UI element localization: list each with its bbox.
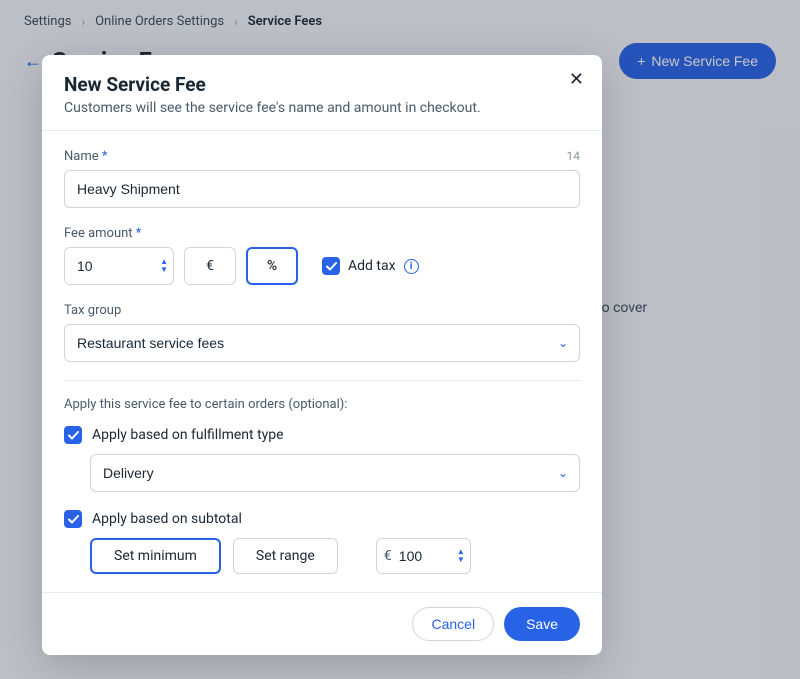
apply-subtotal-row: Apply based on subtotal — [64, 510, 580, 528]
add-tax-checkbox[interactable] — [322, 257, 340, 275]
modal-title: New Service Fee — [64, 73, 580, 96]
fulfillment-select-field: ⌄ — [90, 454, 580, 492]
set-range-button[interactable]: Set range — [233, 538, 338, 574]
new-service-fee-modal: New Service Fee Customers will see the s… — [42, 55, 602, 655]
name-input[interactable] — [64, 170, 580, 208]
modal-subtitle: Customers will see the service fee's nam… — [64, 100, 580, 116]
apply-fulfillment-label: Apply based on fulfillment type — [92, 427, 284, 443]
tax-group-field: Tax group ⌄ — [64, 303, 580, 362]
add-tax-label: Add tax — [348, 258, 396, 274]
apply-fulfillment-checkbox[interactable] — [64, 426, 82, 444]
percent-toggle[interactable]: % — [246, 247, 298, 285]
modal-footer: Cancel Save — [42, 592, 602, 655]
tax-group-select[interactable] — [64, 324, 580, 362]
divider — [64, 380, 580, 381]
apply-section-label: Apply this service fee to certain orders… — [64, 397, 580, 412]
tax-group-label: Tax group — [64, 303, 121, 318]
apply-subtotal-checkbox[interactable] — [64, 510, 82, 528]
subtotal-controls: Set minimum Set range € ▲▼ — [90, 538, 580, 574]
apply-fulfillment-row: Apply based on fulfillment type — [64, 426, 580, 444]
cancel-button[interactable]: Cancel — [412, 607, 494, 641]
save-button[interactable]: Save — [504, 607, 580, 641]
name-char-count: 14 — [567, 149, 581, 163]
fee-amount-field: Fee amount ▲▼ € % Add tax i — [64, 226, 580, 285]
modal-header: New Service Fee Customers will see the s… — [42, 55, 602, 131]
stepper-icon[interactable]: ▲▼ — [457, 548, 465, 564]
stepper-icon[interactable]: ▲▼ — [160, 258, 168, 274]
info-icon[interactable]: i — [404, 259, 419, 274]
fulfillment-select[interactable] — [90, 454, 580, 492]
currency-toggle[interactable]: € — [184, 247, 236, 285]
name-label: Name — [64, 149, 107, 164]
set-minimum-button[interactable]: Set minimum — [90, 538, 221, 574]
apply-subtotal-label: Apply based on subtotal — [92, 511, 242, 527]
fee-amount-label: Fee amount — [64, 226, 141, 241]
name-field: Name 14 — [64, 149, 580, 208]
fee-amount-input[interactable] — [64, 247, 174, 285]
close-icon[interactable]: ✕ — [569, 71, 584, 89]
currency-prefix: € — [384, 548, 392, 564]
modal-body: Name 14 Fee amount ▲▼ € % — [42, 131, 602, 592]
